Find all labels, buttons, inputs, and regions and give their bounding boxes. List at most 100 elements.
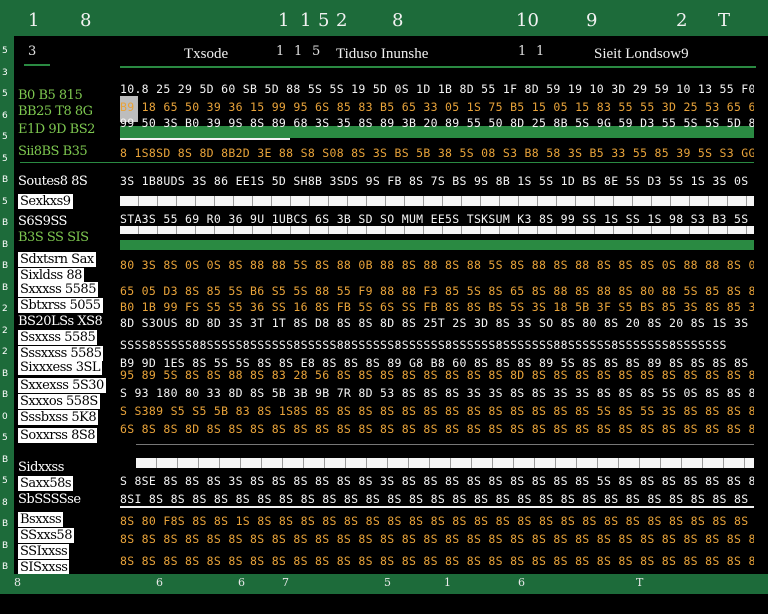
row-number[interactable]: 5 xyxy=(2,46,8,56)
toolbar-number[interactable]: 1 xyxy=(276,44,284,59)
row-label[interactable]: S6S9SS xyxy=(18,214,67,229)
row-number[interactable]: 3 xyxy=(2,68,8,78)
row-label[interactable]: B0 B5 815 xyxy=(18,88,83,103)
toolbar-number[interactable]: 1 xyxy=(536,44,544,59)
row-number[interactable]: B xyxy=(2,283,8,293)
row-number[interactable]: 8 xyxy=(2,498,8,508)
data-row[interactable]: 10.8 25 29 5D 60 SB 5D 88 5S 5S 19 5D 0S… xyxy=(120,80,754,98)
row-label[interactable]: Sidxxss xyxy=(18,460,64,475)
divider xyxy=(136,444,754,445)
row-label[interactable]: Sxxxss 5585 xyxy=(18,282,98,297)
row-number[interactable]: 5 xyxy=(2,132,8,142)
row-number[interactable]: B xyxy=(2,541,8,551)
row-label[interactable]: SbSSSSse xyxy=(18,492,81,507)
toolbar-title-right: Sieit Londsow9 xyxy=(594,46,689,62)
sheet-tab[interactable]: 6 xyxy=(518,576,525,589)
data-row[interactable]: S 93 180 80 33 8D 8S 5B 3B 9B 7R 8D 53 8… xyxy=(120,384,754,402)
row-number[interactable]: B xyxy=(2,240,8,250)
column-header[interactable]: 9 xyxy=(586,10,597,31)
data-row[interactable]: 8S 8S 8S 8S 8S 8S 8S 8S 8S 8S 8S 8S 8S 8… xyxy=(120,552,754,570)
toolbar-number[interactable]: 5 xyxy=(312,44,320,59)
column-header[interactable]: 8 xyxy=(80,10,91,31)
column-header[interactable]: 1 xyxy=(300,10,311,31)
row-label[interactable]: Sixldss 88 xyxy=(18,268,84,283)
data-row[interactable]: S 8SE 8S 8S 8S 3S 8S 8S 8S 8S 8S 8S 3S 8… xyxy=(120,472,754,490)
sheet-tab[interactable]: 7 xyxy=(282,576,289,589)
row-label[interactable]: Sixxxess 3SL xyxy=(18,360,103,375)
row-number[interactable]: B xyxy=(2,562,8,572)
row-label[interactable]: BB25 T8 8G xyxy=(18,104,93,119)
data-row[interactable]: SSSS8SSSSS88SSSSS8SSSSSS8SSSSS88SSSSSS8S… xyxy=(120,336,754,354)
row-label[interactable]: Ssxxss 5585 xyxy=(18,330,98,345)
row-number[interactable]: 5 xyxy=(2,89,8,99)
data-row[interactable]: 8S 8S 8S 8S 8S 8S 8S 8S 8S 8S 8S 8S 8S 8… xyxy=(120,530,754,548)
data-row[interactable]: 3S 1B8UDS 3S 86 EE1S 5D SH8B 3SDS 9S FB … xyxy=(120,172,754,190)
row-label[interactable]: Sxxexss 5S30 xyxy=(18,378,106,393)
row-number[interactable]: B xyxy=(2,390,8,400)
row-label[interactable]: SISxxss xyxy=(18,560,70,575)
row-label[interactable]: B3S SS SIS xyxy=(18,230,89,245)
sheet-tab[interactable]: 8 xyxy=(14,576,21,589)
data-row[interactable]: 8D S3OUS 8D 8D 3S 3T 1T 8S D8 8S 8S 8D 8… xyxy=(120,314,754,332)
row-label[interactable]: Sdxtsrn Sax xyxy=(18,252,96,267)
data-row[interactable]: 8 1S8SD 8S 8D 8B2D 3E 88 S8 S08 8S 3S BS… xyxy=(120,144,754,162)
column-header[interactable]: 2 xyxy=(336,10,347,31)
column-header[interactable]: 2 xyxy=(676,10,687,31)
row-label[interactable]: Bsxxss xyxy=(18,512,64,527)
row-label[interactable]: Sssbxss 5K8 xyxy=(18,410,99,425)
row-label[interactable]: Soutes8 8S xyxy=(18,174,88,189)
row-label[interactable]: BS20LSs XS8 xyxy=(18,314,103,329)
row-number[interactable]: 5 xyxy=(2,154,8,164)
column-header[interactable]: 1 xyxy=(278,10,289,31)
sheet-tab[interactable]: 6 xyxy=(156,576,163,589)
row-label[interactable]: Saxx58s xyxy=(18,476,74,491)
column-header[interactable]: 8 xyxy=(392,10,403,31)
row-number[interactable]: B xyxy=(2,369,8,379)
row-number[interactable]: 2 xyxy=(2,304,8,314)
row-label[interactable]: Sii8BS B35 xyxy=(18,144,88,159)
data-row[interactable]: 95 89 5S 8S 8S 88 8S 83 28 56 8S 8S 8S 8… xyxy=(120,366,754,384)
toolbar-number[interactable]: 1 xyxy=(518,44,526,59)
row-number[interactable]: B xyxy=(2,455,8,465)
row-label[interactable]: SSxxs58 xyxy=(18,528,74,543)
footer xyxy=(0,594,768,614)
row-number[interactable]: B xyxy=(2,218,8,228)
column-header[interactable]: 10 xyxy=(516,10,539,31)
sheet-tab[interactable]: T xyxy=(636,576,643,589)
toolbar-number[interactable]: 1 xyxy=(294,44,302,59)
row-number[interactable]: 2 xyxy=(2,326,8,336)
row-number[interactable]: B xyxy=(2,519,8,529)
row-label[interactable]: Sxxxos 558S xyxy=(18,394,100,409)
column-header[interactable]: 1 xyxy=(28,10,39,31)
data-row[interactable]: STA3S 55 69 R0 36 9U 1UBCS 6S 3B SD SO M… xyxy=(120,210,754,228)
data-row[interactable]: 6S 8S 8S 8D 8S 8S 8S 8S 8S 8S 8S 8S 8S 8… xyxy=(120,420,754,438)
toolbar-number[interactable]: 3 xyxy=(28,44,36,59)
row-number[interactable]: B xyxy=(2,261,8,271)
row-number[interactable]: 0 xyxy=(2,412,8,422)
row-label[interactable]: Soxxrss 8S8 xyxy=(18,428,98,443)
row-label[interactable]: Sssxxss 5585 xyxy=(18,346,104,361)
row-number[interactable]: 5 xyxy=(2,476,8,486)
cell-strip[interactable] xyxy=(136,458,754,468)
column-header-bar: 1 8 1 1 5 2 8 10 9 2 T xyxy=(0,0,768,36)
row-label[interactable]: E1D 9D BS2 xyxy=(18,122,95,137)
row-number[interactable]: 5 xyxy=(2,433,8,443)
sheet-tab[interactable]: 1 xyxy=(444,576,451,589)
data-row[interactable]: S S389 S5 S5 5B 83 8S 1S8S 8S 8S 8S 8S 8… xyxy=(120,402,754,420)
row-number[interactable]: B xyxy=(2,175,8,185)
row-label[interactable]: Sexkxs9 xyxy=(18,194,73,209)
data-row[interactable]: 8S 80 F8S 8S 8S 1S 8S 8S 8S 8S 8S 8S 8S … xyxy=(120,512,754,530)
row-number[interactable]: 5 xyxy=(2,197,8,207)
data-row[interactable]: 99 50 3S B0 39 9S 8S 89 68 3S 35 8S 89 3… xyxy=(120,114,754,132)
row-number[interactable]: 6 xyxy=(2,111,8,121)
row-label[interactable]: SSIxxss xyxy=(18,544,70,559)
column-header[interactable]: T xyxy=(718,10,730,31)
cell-strip[interactable] xyxy=(120,196,754,206)
sheet-tab[interactable]: 5 xyxy=(384,576,391,589)
data-row[interactable]: 8SI 8S 8S 8S 8S 8S 8S 8S 8S 8S 8S 8S 8S … xyxy=(120,490,754,508)
column-header[interactable]: 5 xyxy=(318,10,329,31)
row-number[interactable]: 2 xyxy=(2,347,8,357)
sheet-tab[interactable]: 6 xyxy=(238,576,245,589)
data-row[interactable]: 80 3S 8S 0S 0S 8S 88 88 5S 8S 88 0B 88 8… xyxy=(120,256,754,274)
row-label[interactable]: Sbtxrss 5055 xyxy=(18,298,103,313)
